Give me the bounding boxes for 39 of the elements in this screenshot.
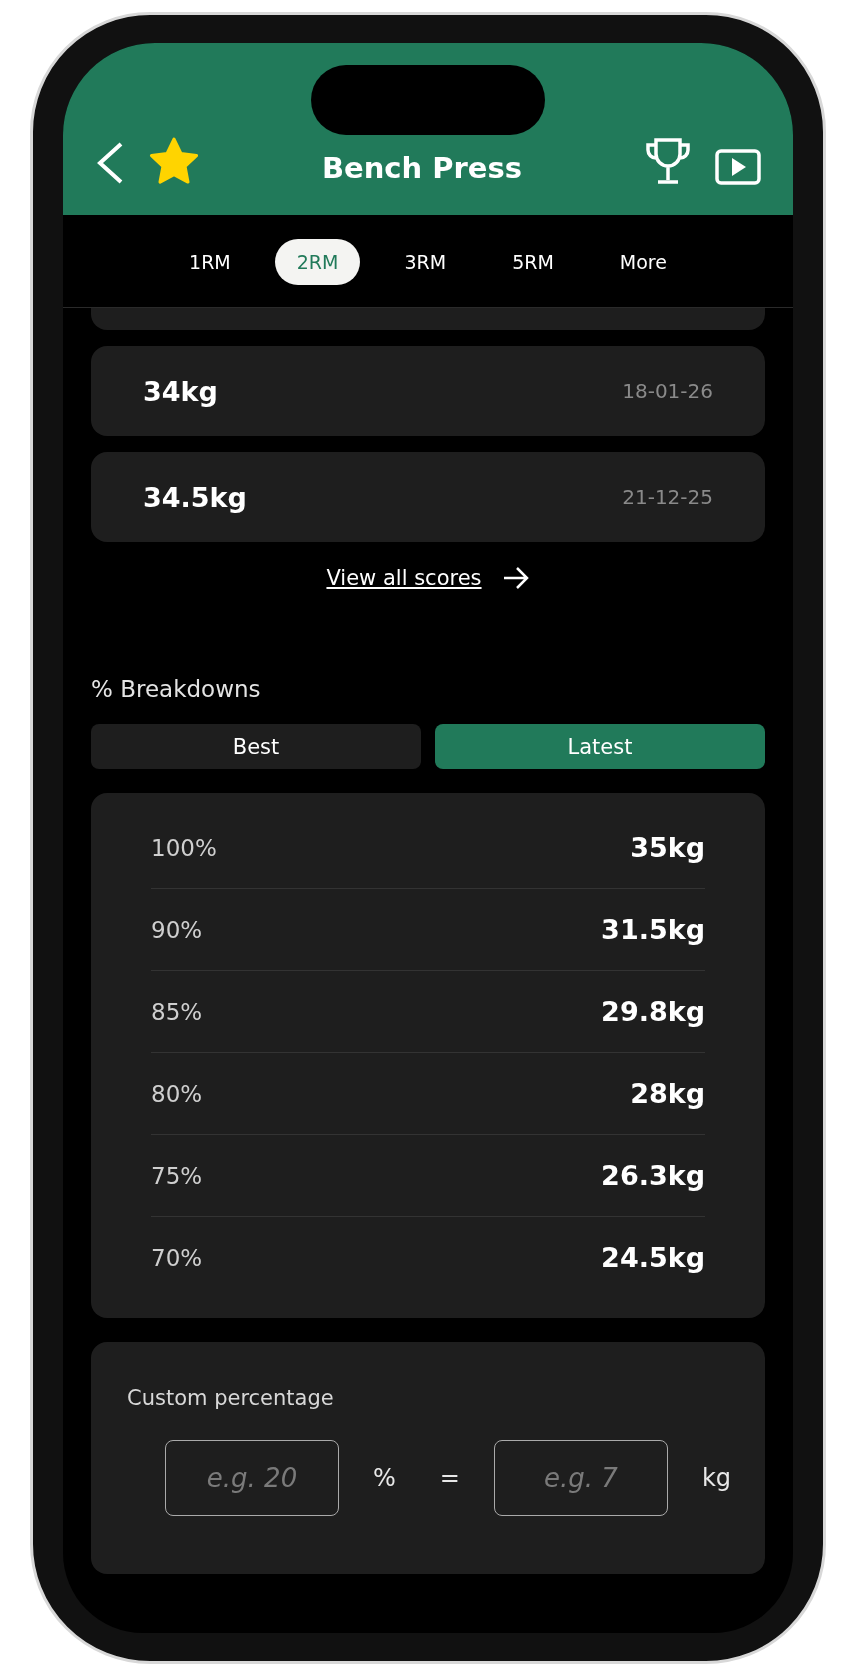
percent-label: 80% (151, 1080, 203, 1107)
rep-tab[interactable]: 3RM (382, 239, 469, 285)
percent-label: 100% (151, 834, 217, 861)
rep-tab[interactable]: 2RM (274, 239, 361, 285)
score-card[interactable]: 34.5kg 21-12-25 (91, 452, 765, 542)
score-date: 21-12-25 (622, 485, 713, 509)
unit-label: kg (700, 1464, 733, 1492)
percent-label: 70% (151, 1244, 203, 1271)
video-icon[interactable] (715, 149, 761, 185)
star-icon[interactable] (149, 137, 199, 185)
breakdown-toggle[interactable]: Best (91, 724, 421, 769)
view-all-link[interactable]: View all scores (326, 566, 482, 590)
screen-title: Bench Press (320, 151, 524, 185)
percent-weight: 24.5kg (601, 1242, 705, 1273)
percent-field[interactable]: e.g. 20 (165, 1440, 339, 1516)
score-card[interactable]: 34kg 18-01-26 (91, 346, 765, 436)
rep-tab[interactable]: More (597, 239, 689, 285)
percent-sign: % (372, 1464, 397, 1492)
score-weight: 34kg (143, 375, 218, 407)
arrow-right-icon[interactable] (501, 566, 530, 590)
custom-label: Custom percentage (127, 1386, 335, 1410)
back-icon[interactable] (95, 141, 125, 185)
percent-weight: 28kg (630, 1078, 705, 1109)
percent-label: 75% (151, 1162, 203, 1189)
percent-label: 90% (151, 916, 203, 943)
percent-weight: 31.5kg (601, 914, 705, 945)
percent-weight: 35kg (630, 832, 705, 863)
section-title: % Breakdowns (91, 676, 262, 702)
equals-sign: = (438, 1464, 461, 1492)
rep-tab[interactable]: 1RM (167, 239, 253, 285)
rep-tab[interactable]: 5RM (490, 239, 576, 285)
score-weight: 34.5kg (143, 481, 247, 513)
percent-label: 85% (151, 998, 203, 1025)
breakdown-toggle[interactable]: Latest (435, 724, 765, 769)
weight-field[interactable]: e.g. 7 (493, 1440, 668, 1516)
percent-weight: 29.8kg (601, 996, 705, 1027)
score-date: 18-01-26 (622, 379, 713, 403)
percent-weight: 26.3kg (601, 1160, 705, 1191)
trophy-icon[interactable] (645, 137, 691, 185)
